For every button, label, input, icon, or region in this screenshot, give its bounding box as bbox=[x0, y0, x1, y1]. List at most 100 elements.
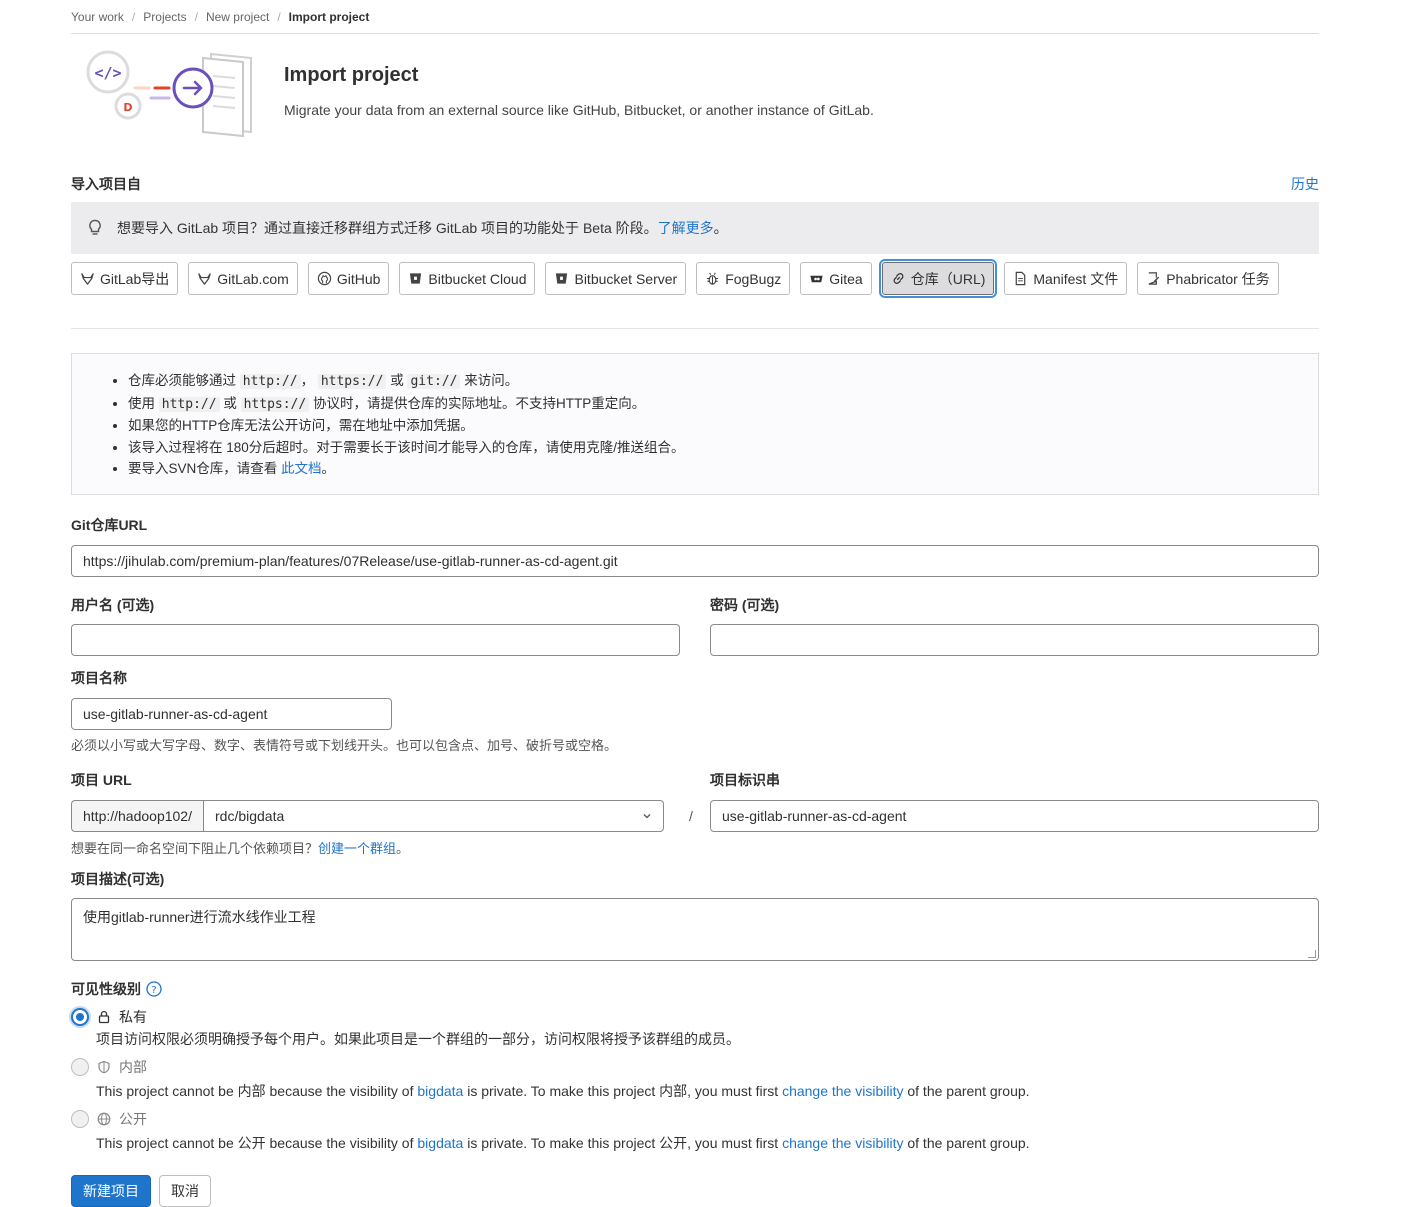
info-code: https:// bbox=[240, 396, 310, 412]
source-label: Phabricator 任务 bbox=[1166, 270, 1270, 287]
public-desc-text: is private. To make this project 公开, you… bbox=[467, 1134, 779, 1151]
project-name-value: use-gitlab-runner-as-cd-agent bbox=[83, 705, 268, 722]
breadcrumb-separator: / bbox=[277, 9, 281, 24]
namespace-select[interactable]: rdc/bigdata bbox=[203, 799, 664, 832]
breadcrumb-separator: / bbox=[131, 9, 136, 24]
public-description: This project cannot be 公开 because the vi… bbox=[96, 1133, 1319, 1153]
tanuki-icon bbox=[81, 273, 94, 285]
page-title: Import project bbox=[284, 64, 419, 86]
import-illustration-icon: </> D bbox=[86, 50, 252, 138]
description-group: 项目描述(可选) 使用gitlab-runner进行流水线作业工程 bbox=[71, 869, 1319, 961]
project-name-input[interactable]: use-gitlab-runner-as-cd-agent bbox=[71, 697, 392, 730]
question-circle-icon[interactable]: ? bbox=[146, 980, 162, 997]
source-bitbucket-server-button[interactable]: Bitbucket Server bbox=[545, 262, 687, 295]
document-icon bbox=[1016, 271, 1026, 286]
source-github-button[interactable]: GitHub bbox=[307, 262, 390, 295]
breadcrumb-new-project[interactable]: New project bbox=[206, 10, 269, 24]
source-label: GitHub bbox=[336, 270, 381, 287]
import-from-header: 导入项目自 历史 bbox=[71, 174, 1319, 194]
password-input[interactable] bbox=[710, 623, 1319, 656]
group-help: 想要在同一命名空间下阻止几个依赖项目？创建一个群组。 bbox=[71, 838, 1319, 857]
source-fogbugz-button[interactable]: FogBugz bbox=[696, 262, 791, 295]
beta-alert: 想要导入 GitLab 项目？通过直接迁移群组方式迁移 GitLab 项目的功能… bbox=[71, 202, 1319, 254]
page-subtitle: Migrate your data from an external sourc… bbox=[284, 102, 874, 118]
import-sources: GitLab导出 GitLab.com GitHub Bitbucket Clo… bbox=[71, 262, 1319, 295]
public-radio bbox=[71, 1109, 89, 1128]
url-prefix: http://hadoop102/ bbox=[71, 799, 203, 832]
internal-desc-text: is private. To make this project 内部, you… bbox=[467, 1082, 779, 1099]
public-group-link[interactable]: bigdata bbox=[417, 1135, 463, 1151]
breadcrumb-projects[interactable]: Projects bbox=[143, 10, 186, 24]
resize-handle[interactable] bbox=[1308, 949, 1316, 958]
internal-radio bbox=[71, 1057, 89, 1076]
internal-desc-text: This project cannot be 内部 because the vi… bbox=[96, 1082, 414, 1099]
bug-icon bbox=[707, 272, 719, 285]
alert-suffix: 。 bbox=[713, 220, 728, 236]
username-group: 用户名 (可选) bbox=[71, 595, 680, 656]
project-url-row: 项目 URL http://hadoop102/ rdc/bigdata / 项… bbox=[71, 770, 1319, 832]
visibility-private: 私有 项目访问权限必须明确授予每个用户。如果此项目是一个群组的一部分，访问权限将… bbox=[71, 1007, 1319, 1049]
learn-more-link[interactable]: 了解更多 bbox=[658, 218, 714, 238]
source-manifest-button[interactable]: Manifest 文件 bbox=[1004, 262, 1128, 295]
create-project-button[interactable]: 新建项目 bbox=[71, 1174, 151, 1207]
project-name-label: 项目名称 bbox=[71, 669, 127, 686]
breadcrumb: Your work / Projects / New project / Imp… bbox=[71, 0, 1319, 34]
group-help-suffix: 。 bbox=[396, 840, 410, 856]
internal-label: 内部 bbox=[119, 1058, 147, 1075]
git-url-input[interactable]: https://jihulab.com/premium-plan/feature… bbox=[71, 544, 1319, 577]
info-item: 使用 http:// 或 https:// 协议时，请提供仓库的实际地址。不支持… bbox=[128, 393, 1318, 416]
slug-input[interactable]: use-gitlab-runner-as-cd-agent bbox=[710, 799, 1319, 832]
page-header: </> D Import project Migrate your data f… bbox=[71, 46, 1319, 156]
info-code: git:// bbox=[407, 374, 461, 389]
username-input[interactable] bbox=[71, 623, 680, 656]
breadcrumb-your-work[interactable]: Your work bbox=[71, 10, 124, 24]
svg-text:?: ? bbox=[151, 985, 156, 996]
internal-group-link[interactable]: bigdata bbox=[417, 1083, 463, 1099]
source-bitbucket-cloud-button[interactable]: Bitbucket Cloud bbox=[399, 262, 536, 295]
private-label: 私有 bbox=[119, 1008, 147, 1025]
link-icon bbox=[893, 273, 904, 284]
public-option: 公开 bbox=[71, 1109, 1319, 1129]
svn-docs-link[interactable]: 此文档 bbox=[281, 461, 322, 476]
visibility-header: 可见性级别 ? bbox=[71, 979, 1319, 999]
visibility-label: 可见性级别 bbox=[71, 980, 141, 997]
description-label: 项目描述(可选) bbox=[71, 870, 165, 887]
source-label: GitLab.com bbox=[217, 270, 289, 287]
info-code: http:// bbox=[158, 396, 220, 412]
info-item: 要导入SVN仓库，请查看 此文档。 bbox=[128, 458, 1318, 480]
project-name-help: 必须以小写或大写字母、数字、表情符号或下划线开头。也可以包含点、加号、破折号或空… bbox=[71, 737, 618, 753]
source-label: Bitbucket Server bbox=[574, 270, 678, 287]
info-text: 或 bbox=[390, 373, 404, 388]
url-slash: / bbox=[689, 807, 693, 824]
source-gitlab-export-button[interactable]: GitLab导出 bbox=[71, 262, 179, 295]
info-text: ， bbox=[300, 373, 315, 388]
credentials-row: 用户名 (可选) 密码 (可选) bbox=[71, 595, 1319, 656]
page: Your work / Projects / New project / Imp… bbox=[71, 0, 1319, 1207]
description-textarea[interactable]: 使用gitlab-runner进行流水线作业工程 bbox=[71, 897, 1319, 961]
form-actions: 新建项目 取消 bbox=[71, 1174, 1319, 1207]
source-gitea-button[interactable]: Gitea bbox=[800, 262, 872, 295]
password-group: 密码 (可选) bbox=[710, 595, 1319, 656]
git-url-label: Git仓库URL bbox=[71, 516, 148, 533]
create-group-link[interactable]: 创建一个群组 bbox=[318, 841, 396, 856]
source-phabricator-button[interactable]: Phabricator 任务 bbox=[1137, 262, 1279, 295]
history-link[interactable]: 历史 bbox=[1291, 174, 1319, 194]
source-repo-url-button[interactable]: 仓库（URL) bbox=[881, 262, 995, 295]
project-url-input-group: http://hadoop102/ rdc/bigdata bbox=[71, 799, 672, 832]
cancel-button[interactable]: 取消 bbox=[159, 1174, 211, 1207]
internal-change-visibility-link[interactable]: change the visibility bbox=[782, 1083, 903, 1099]
private-option[interactable]: 私有 bbox=[71, 1007, 1319, 1027]
project-url-group: 项目 URL http://hadoop102/ rdc/bigdata bbox=[71, 770, 672, 832]
public-label: 公开 bbox=[119, 1110, 147, 1127]
lock-icon bbox=[98, 1010, 110, 1023]
info-text: 。 bbox=[321, 461, 336, 476]
public-desc-text: of the parent group. bbox=[907, 1134, 1030, 1151]
private-radio[interactable] bbox=[71, 1007, 89, 1026]
git-url-value: https://jihulab.com/premium-plan/feature… bbox=[83, 552, 618, 569]
info-text: 仓库必须能够通过 bbox=[128, 373, 236, 388]
slug-label: 项目标识串 bbox=[710, 771, 780, 788]
namespace-value: rdc/bigdata bbox=[215, 807, 285, 824]
source-gitlab-com-button[interactable]: GitLab.com bbox=[188, 262, 298, 295]
public-change-visibility-link[interactable]: change the visibility bbox=[782, 1135, 903, 1151]
source-label: FogBugz bbox=[725, 270, 782, 287]
